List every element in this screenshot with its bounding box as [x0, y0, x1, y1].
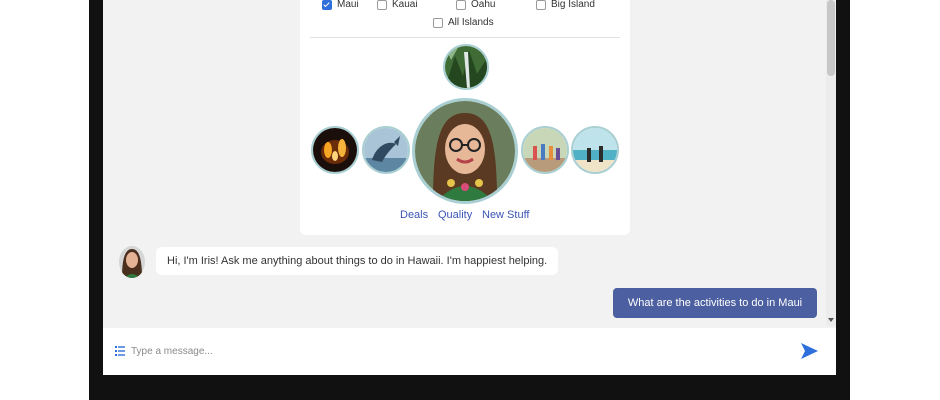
- checkbox-label: Oahu: [471, 0, 496, 10]
- scroll-down-arrow-icon[interactable]: [828, 318, 834, 322]
- checkbox-label: Maui: [337, 0, 359, 10]
- divider: [310, 37, 620, 38]
- beach-category-image[interactable]: [571, 126, 619, 174]
- woman-portrait-icon: [415, 101, 515, 201]
- island-selector-card: Maui Kauai Oahu Big Island All Islands D…: [300, 0, 630, 235]
- scrollbar[interactable]: [826, 0, 836, 326]
- checkbox-box[interactable]: [456, 0, 466, 10]
- scrollbar-thumb[interactable]: [827, 0, 835, 76]
- fire-icon: [313, 128, 357, 172]
- forest-category-image[interactable]: [443, 44, 489, 90]
- chat-screen: Maui Kauai Oahu Big Island All Islands D…: [103, 0, 836, 375]
- checkbox-label: All Islands: [448, 17, 494, 28]
- fire-show-category-image[interactable]: [311, 126, 359, 174]
- user-message-bubble: What are the activities to do in Maui: [613, 288, 817, 318]
- checkbox-all-islands[interactable]: All Islands: [433, 17, 494, 28]
- beach-icon: [573, 128, 617, 172]
- checkbox-box[interactable]: [377, 0, 387, 10]
- whale-icon: [364, 128, 408, 172]
- new-stuff-link[interactable]: New Stuff: [482, 209, 530, 221]
- woman-portrait-icon: [119, 246, 145, 278]
- forest-icon: [445, 46, 487, 88]
- checkbox-box[interactable]: [322, 0, 332, 10]
- send-arrow-icon[interactable]: [799, 341, 819, 361]
- hiking-category-image[interactable]: [521, 126, 569, 174]
- iris-avatar-small: [119, 246, 145, 278]
- checkbox-box[interactable]: [536, 0, 546, 10]
- iris-avatar-large: [412, 98, 518, 204]
- message-composer: [103, 328, 836, 375]
- checkbox-box[interactable]: [433, 17, 443, 28]
- people-icon: [523, 128, 567, 172]
- message-input[interactable]: [131, 342, 691, 360]
- deals-link[interactable]: Deals: [400, 209, 428, 221]
- quality-link[interactable]: Quality: [438, 209, 472, 221]
- checkbox-maui[interactable]: Maui: [322, 0, 359, 10]
- checkbox-label: Big Island: [551, 0, 595, 10]
- checkbox-label: Kauai: [392, 0, 418, 10]
- bot-message-bubble: Hi, I'm Iris! Ask me anything about thin…: [156, 247, 559, 275]
- checkbox-oahu[interactable]: Oahu: [456, 0, 495, 10]
- list-icon[interactable]: [115, 346, 125, 356]
- checkbox-kauai[interactable]: Kauai: [377, 0, 418, 10]
- checkbox-big-island[interactable]: Big Island: [536, 0, 595, 10]
- whale-category-image[interactable]: [362, 126, 410, 174]
